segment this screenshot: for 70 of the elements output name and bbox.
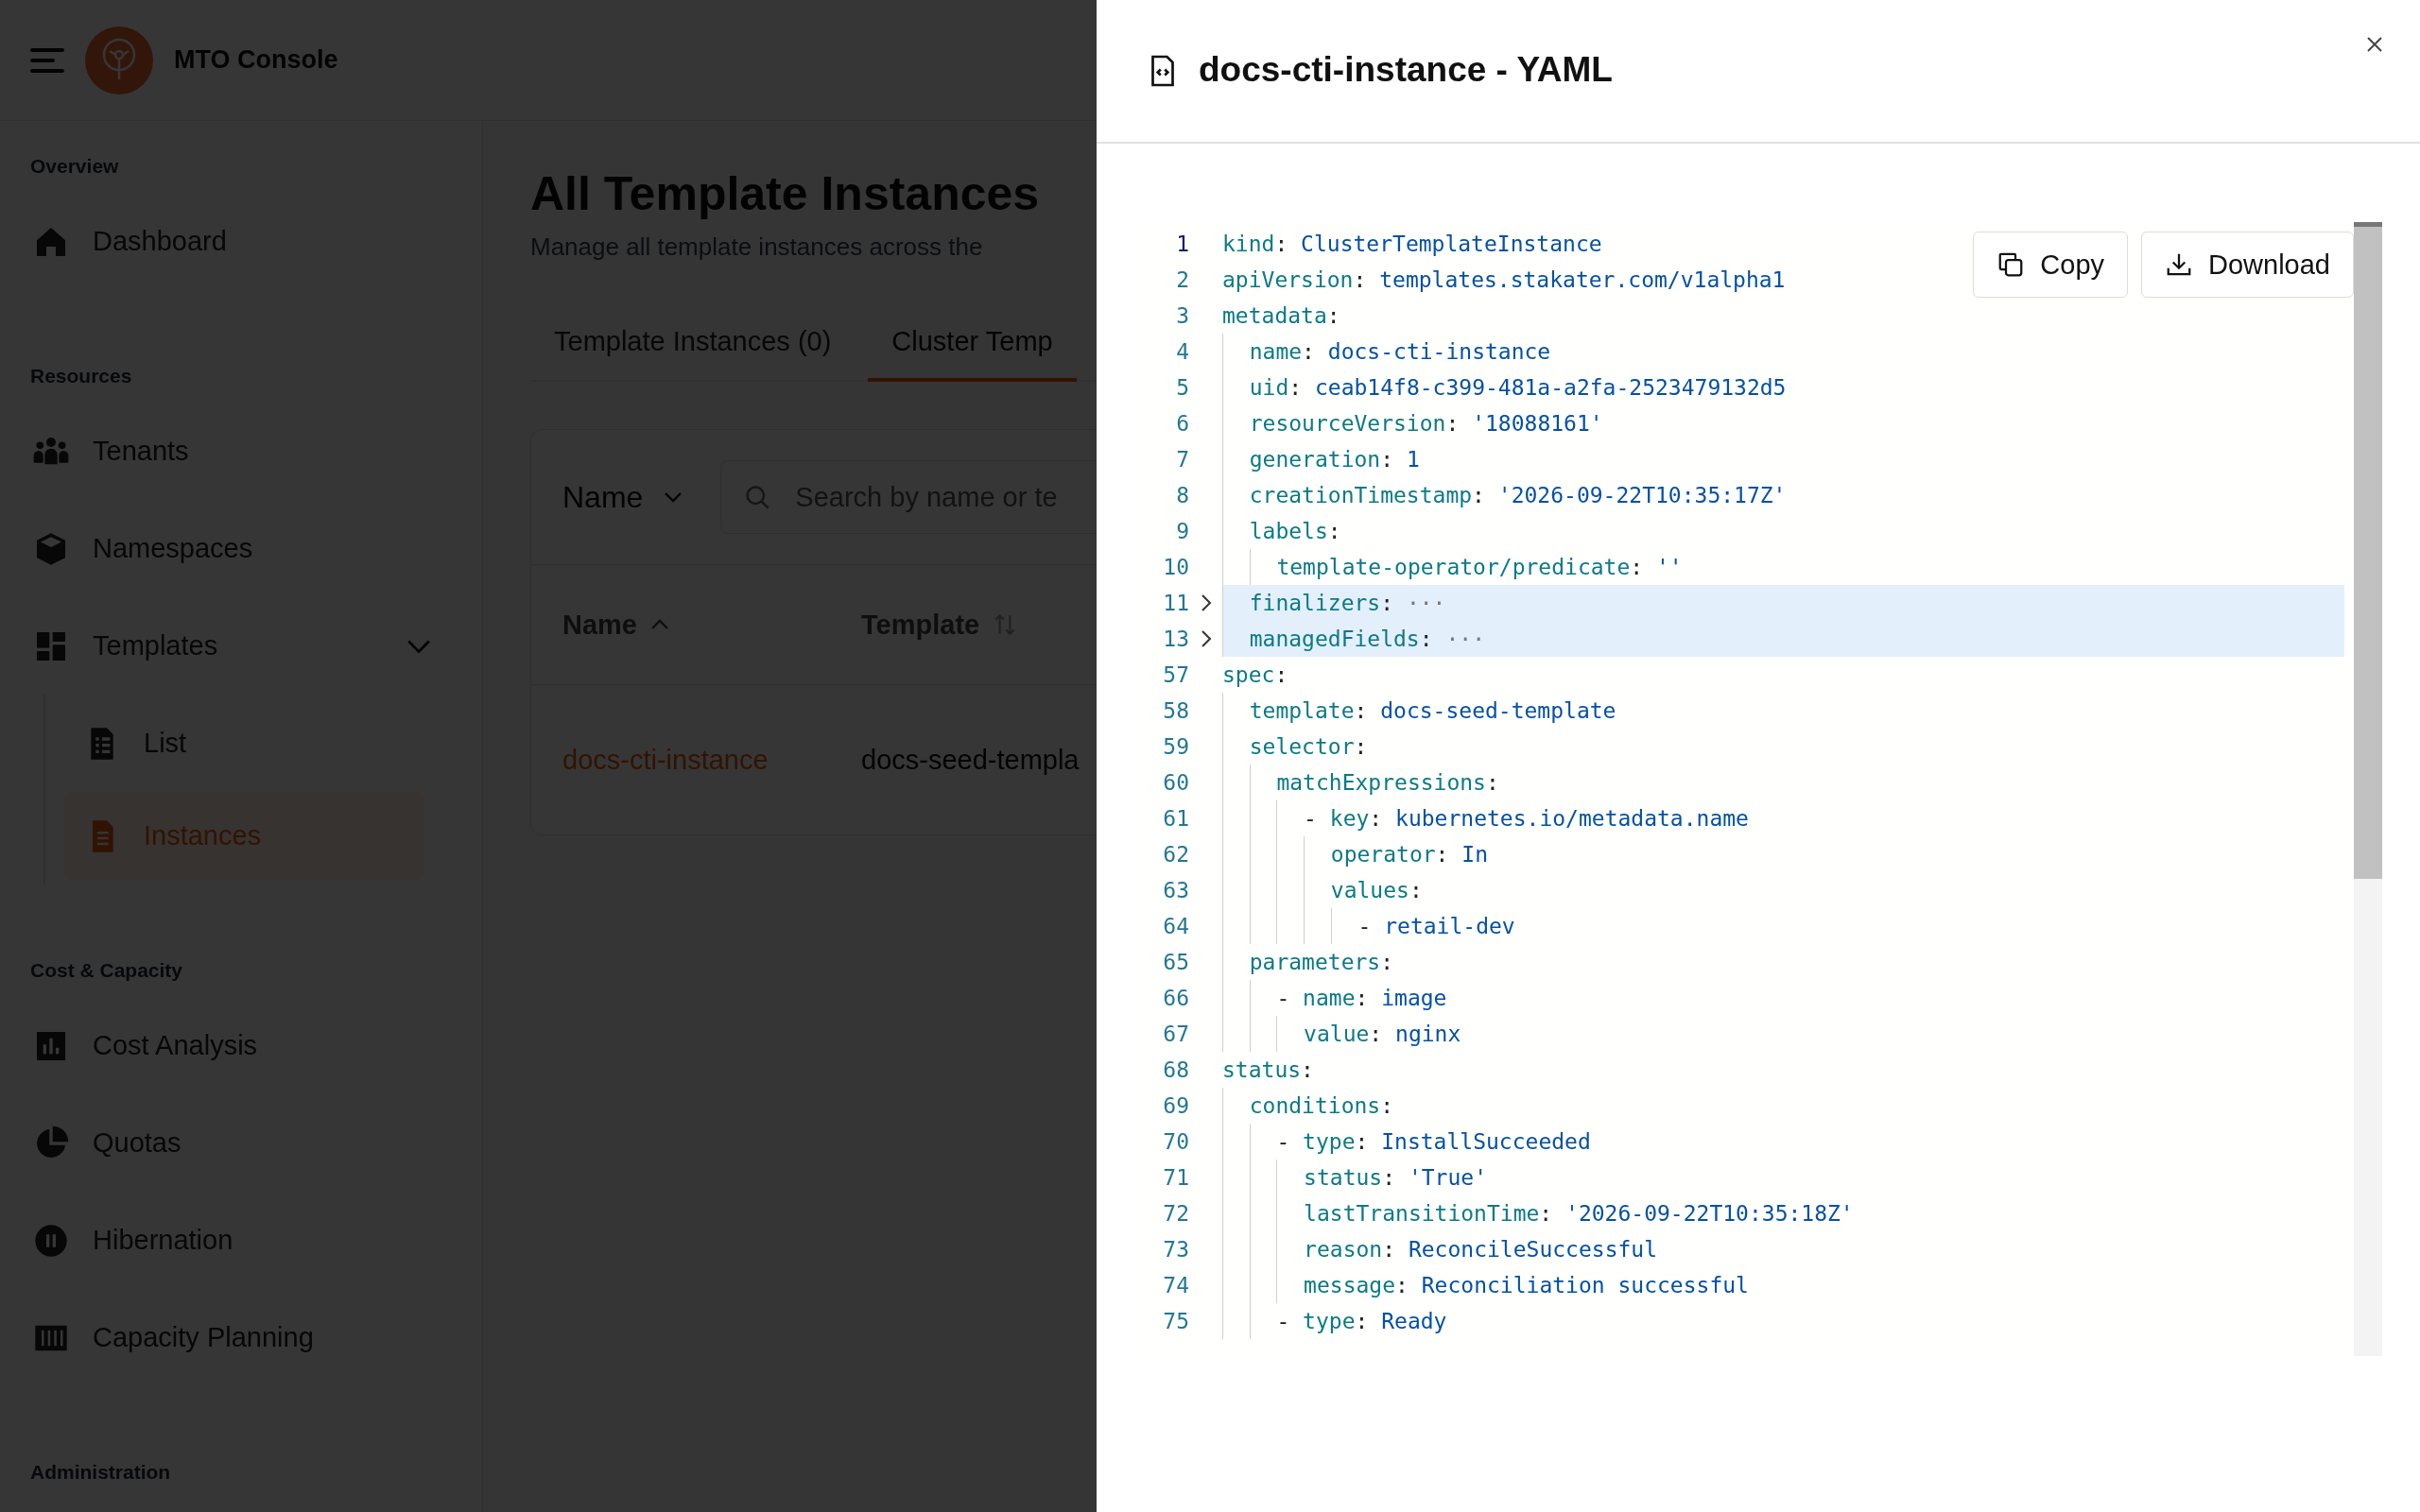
line-number: 66 — [1162, 986, 1189, 1010]
line-number: 64 — [1162, 914, 1189, 938]
line-number: 9 — [1175, 519, 1189, 543]
line-number: 59 — [1162, 734, 1189, 759]
code-line: template-operator/predicate: '' — [1222, 549, 1683, 585]
code-line: reason: ReconcileSuccessful — [1222, 1231, 1658, 1267]
code-line: - retail-dev — [1222, 908, 1515, 944]
copy-button[interactable]: Copy — [1973, 232, 2128, 298]
code-line: creationTimestamp: '2026-09-22T10:35:17Z' — [1222, 477, 1787, 513]
line-number: 11 — [1162, 591, 1189, 615]
code-line: uid: ceab14f8-c399-481a-a2fa-2523479132d5 — [1222, 369, 1787, 405]
line-number: 2 — [1175, 267, 1189, 292]
line-number: 70 — [1162, 1129, 1189, 1154]
line-number: 10 — [1162, 555, 1189, 579]
code-line: value: nginx — [1222, 1016, 1461, 1052]
code-line: selector: — [1222, 729, 1368, 765]
code-line: parameters: — [1222, 944, 1394, 980]
line-number: 58 — [1162, 698, 1189, 723]
expand-chevron-icon[interactable] — [1200, 593, 1212, 612]
code-line: message: Reconciliation successful — [1222, 1267, 1749, 1303]
code-line: - type: Ready — [1222, 1303, 1447, 1339]
line-number: 57 — [1162, 662, 1189, 687]
line-number: 74 — [1162, 1273, 1189, 1297]
code-line: name: docs-cti-instance — [1222, 334, 1551, 369]
line-number: 69 — [1162, 1093, 1189, 1118]
drawer-title: docs-cti-instance - YAML — [1199, 50, 1613, 90]
line-number: 8 — [1175, 483, 1189, 507]
code-line: template: docs-seed-template — [1222, 693, 1616, 729]
code-line: matchExpressions: — [1222, 765, 1499, 800]
code-line: resourceVersion: '18088161' — [1222, 405, 1603, 441]
line-number: 75 — [1162, 1309, 1189, 1333]
code-line: status: — [1222, 1057, 1314, 1084]
line-number: 1 — [1175, 232, 1189, 256]
download-button[interactable]: Download — [2141, 232, 2354, 298]
line-number: 72 — [1162, 1201, 1189, 1226]
code-line: apiVersion: templates.stakater.com/v1alpha1 — [1222, 266, 1786, 294]
scrollbar[interactable] — [2354, 222, 2382, 1356]
code-line: spec: — [1222, 662, 1288, 689]
close-icon[interactable] — [2365, 35, 2384, 54]
code-line: operator: In — [1222, 836, 1488, 872]
code-line: values: — [1222, 872, 1423, 908]
code-line: lastTransitionTime: '2026-09-22T10:35:18Z' — [1222, 1195, 1854, 1231]
code-line: - type: InstallSucceeded — [1222, 1124, 1591, 1160]
code-line: - name: image — [1222, 980, 1447, 1016]
line-number: 61 — [1162, 806, 1189, 831]
line-number: 67 — [1162, 1022, 1189, 1046]
code-line: managedFields: ··· — [1222, 621, 1485, 657]
scrollbar-thumb[interactable] — [2354, 222, 2382, 879]
code-line: generation: 1 — [1222, 441, 1420, 477]
line-number: 68 — [1162, 1057, 1189, 1082]
line-number: 60 — [1162, 770, 1189, 795]
code-line: status: 'True' — [1222, 1160, 1487, 1195]
line-number: 6 — [1175, 411, 1189, 436]
line-number: 63 — [1162, 878, 1189, 902]
line-number: 65 — [1162, 950, 1189, 974]
code-line: labels: — [1222, 513, 1341, 549]
line-number: 73 — [1162, 1237, 1189, 1262]
code-line: metadata: — [1222, 302, 1340, 330]
line-number: 5 — [1175, 375, 1189, 400]
code-line: finalizers: ··· — [1222, 585, 1446, 621]
line-number: 3 — [1175, 303, 1189, 328]
code-line: - key: kubernetes.io/metadata.name — [1222, 800, 1749, 836]
line-number: 13 — [1162, 627, 1189, 651]
code-line: conditions: — [1222, 1088, 1394, 1124]
line-number: 71 — [1162, 1165, 1189, 1190]
line-number: 62 — [1162, 842, 1189, 867]
code-line: kind: ClusterTemplateInstance — [1222, 231, 1602, 258]
line-number: 4 — [1175, 339, 1189, 364]
expand-chevron-icon[interactable] — [1200, 629, 1212, 648]
line-number: 7 — [1175, 447, 1189, 472]
